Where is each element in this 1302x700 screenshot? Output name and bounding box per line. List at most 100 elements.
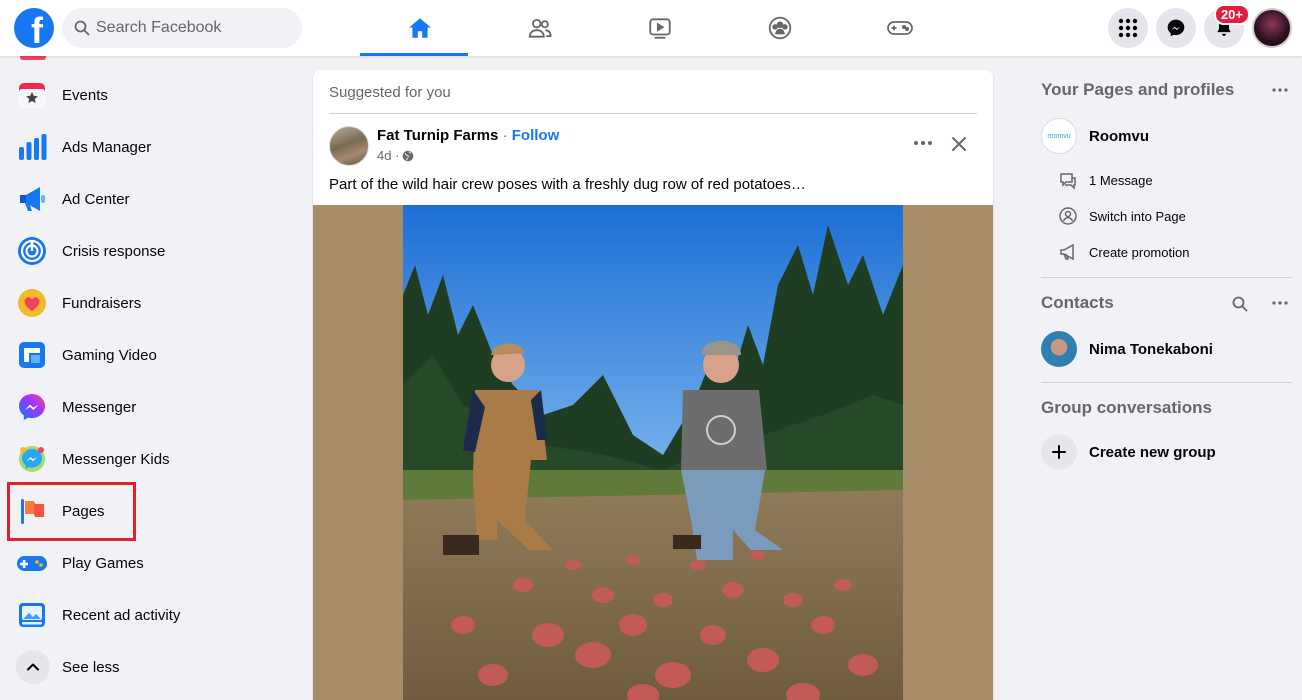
sidebar-item-label: Events [62,86,108,104]
sidebar-item-recent-ad-activity[interactable]: Recent ad activity [8,589,288,641]
search-input[interactable] [96,19,286,37]
more-horizontal-icon [1272,301,1288,305]
contacts-heading: Contacts [1041,293,1114,312]
sidebar-item-label: Recent ad activity [62,606,181,624]
right-sidebar: Your Pages and profiles roomvu Roomvu 1 … [1025,56,1302,700]
suggested-post-card: Suggested for you Fat Turnip Farms · Fol… [313,70,993,700]
pages-options-button[interactable] [1268,80,1292,100]
sidebar-item-play-games[interactable]: Play Games [8,537,288,589]
sidebar-item-fundraisers[interactable]: Fundraisers [8,277,288,329]
sidebar-item-messenger[interactable]: Messenger [8,381,288,433]
post-photo[interactable] [403,205,903,700]
notifications-badge: 20+ [1213,4,1250,25]
tab-groups[interactable] [720,0,840,56]
left-sidebar: Events Ads Manager Ad Center Crisis resp… [0,56,300,700]
top-navigation-bar: f 20+ [0,0,1302,56]
page-name: Roomvu [1089,127,1149,145]
tab-friends[interactable] [480,0,600,56]
sidebar-item-label: Messenger [62,398,137,416]
contacts-search-button[interactable] [1230,294,1250,314]
post-media[interactable] [313,205,993,700]
roomvu-logo-text: roomvu [1047,132,1071,140]
group-conversations-heading: Group conversations [1041,398,1212,417]
partial-item-icon [20,56,46,60]
sidebar-item-label: Crisis response [62,242,166,260]
hide-post-button[interactable] [945,130,973,158]
page-action-switch[interactable]: Switch into Page [1057,205,1186,227]
messenger-icon [16,391,48,423]
sidebar-item-label: Play Games [62,554,144,572]
crisis-response-icon [16,235,48,267]
page-item-roomvu[interactable]: roomvu Roomvu [1041,118,1149,154]
sidebar-item-events[interactable]: Events [8,69,288,121]
post-header: Fat Turnip Farms · Follow [377,127,559,144]
main-nav-tabs [360,0,960,56]
post-text: Part of the wild hair crew poses with a … [329,176,806,193]
sidebar-item-ads-manager[interactable]: Ads Manager [8,121,288,173]
post-time[interactable]: 4d · [377,148,399,163]
sidebar-item-label: Gaming Video [62,346,157,364]
suggested-label: Suggested for you [329,84,451,101]
pages-heading: Your Pages and profiles [1041,80,1235,99]
sidebar-see-less[interactable]: See less [8,641,288,693]
messenger-button[interactable] [1156,8,1196,48]
ad-activity-icon [16,599,48,631]
messenger-kids-icon [16,443,48,475]
gaming-video-icon [16,339,48,371]
annotation-highlight-box [7,482,136,541]
fundraiser-heart-icon [16,287,48,319]
tab-gaming[interactable] [840,0,960,56]
sidebar-item-crisis-response[interactable]: Crisis response [8,225,288,277]
contacts-options-button[interactable] [1268,293,1292,313]
divider [329,113,977,114]
roomvu-logo-icon: roomvu [1041,118,1077,154]
message-icon [1057,169,1079,191]
search-box[interactable] [62,8,302,48]
page-avatar[interactable] [329,126,369,166]
notifications-button[interactable]: 20+ [1204,4,1250,48]
sidebar-item-label: Ads Manager [62,138,152,156]
friends-icon [528,18,552,38]
menu-button[interactable] [1108,8,1148,48]
watch-icon [649,18,671,39]
globe-icon [403,150,414,161]
messenger-icon [1167,19,1185,37]
more-horizontal-icon [1272,88,1288,92]
create-new-group-label: Create new group [1089,443,1216,461]
sidebar-item-label: Fundraisers [62,294,142,312]
more-horizontal-icon [914,141,932,145]
action-label: Switch into Page [1089,208,1186,224]
search-icon [74,20,90,36]
sidebar-item-gaming-video[interactable]: Gaming Video [8,329,288,381]
home-icon [409,18,431,38]
search-icon [1232,296,1248,312]
contact-item[interactable]: Nima Tonekaboni [1041,331,1213,367]
tab-home[interactable] [360,0,480,56]
megaphone-icon [16,183,48,215]
gamepad-icon [16,547,48,579]
action-label: Create promotion [1089,244,1190,260]
switch-profile-icon [1057,205,1079,227]
sidebar-item-messenger-kids[interactable]: Messenger Kids [8,433,288,485]
page-action-message[interactable]: 1 Message [1057,169,1153,191]
sidebar-item-label: Ad Center [62,190,130,208]
sidebar-item-ad-center[interactable]: Ad Center [8,173,288,225]
gaming-icon [887,21,913,35]
events-icon [16,79,48,111]
follow-link[interactable]: Follow [512,127,560,144]
groups-icon [768,16,792,40]
profile-avatar[interactable] [1252,8,1292,48]
sidebar-item-label: Messenger Kids [62,450,170,468]
divider [1041,277,1292,278]
divider [1041,382,1292,383]
facebook-logo-icon[interactable]: f [14,8,54,48]
tab-watch[interactable] [600,0,720,56]
page-name-link[interactable]: Fat Turnip Farms [377,127,498,144]
grid-icon [1118,18,1138,38]
action-label: 1 Message [1089,172,1153,188]
chevron-up-icon [16,650,50,684]
post-options-button[interactable] [908,128,938,158]
page-action-promotion[interactable]: Create promotion [1057,241,1189,263]
plus-icon [1041,434,1077,470]
create-new-group-button[interactable]: Create new group [1041,434,1216,470]
